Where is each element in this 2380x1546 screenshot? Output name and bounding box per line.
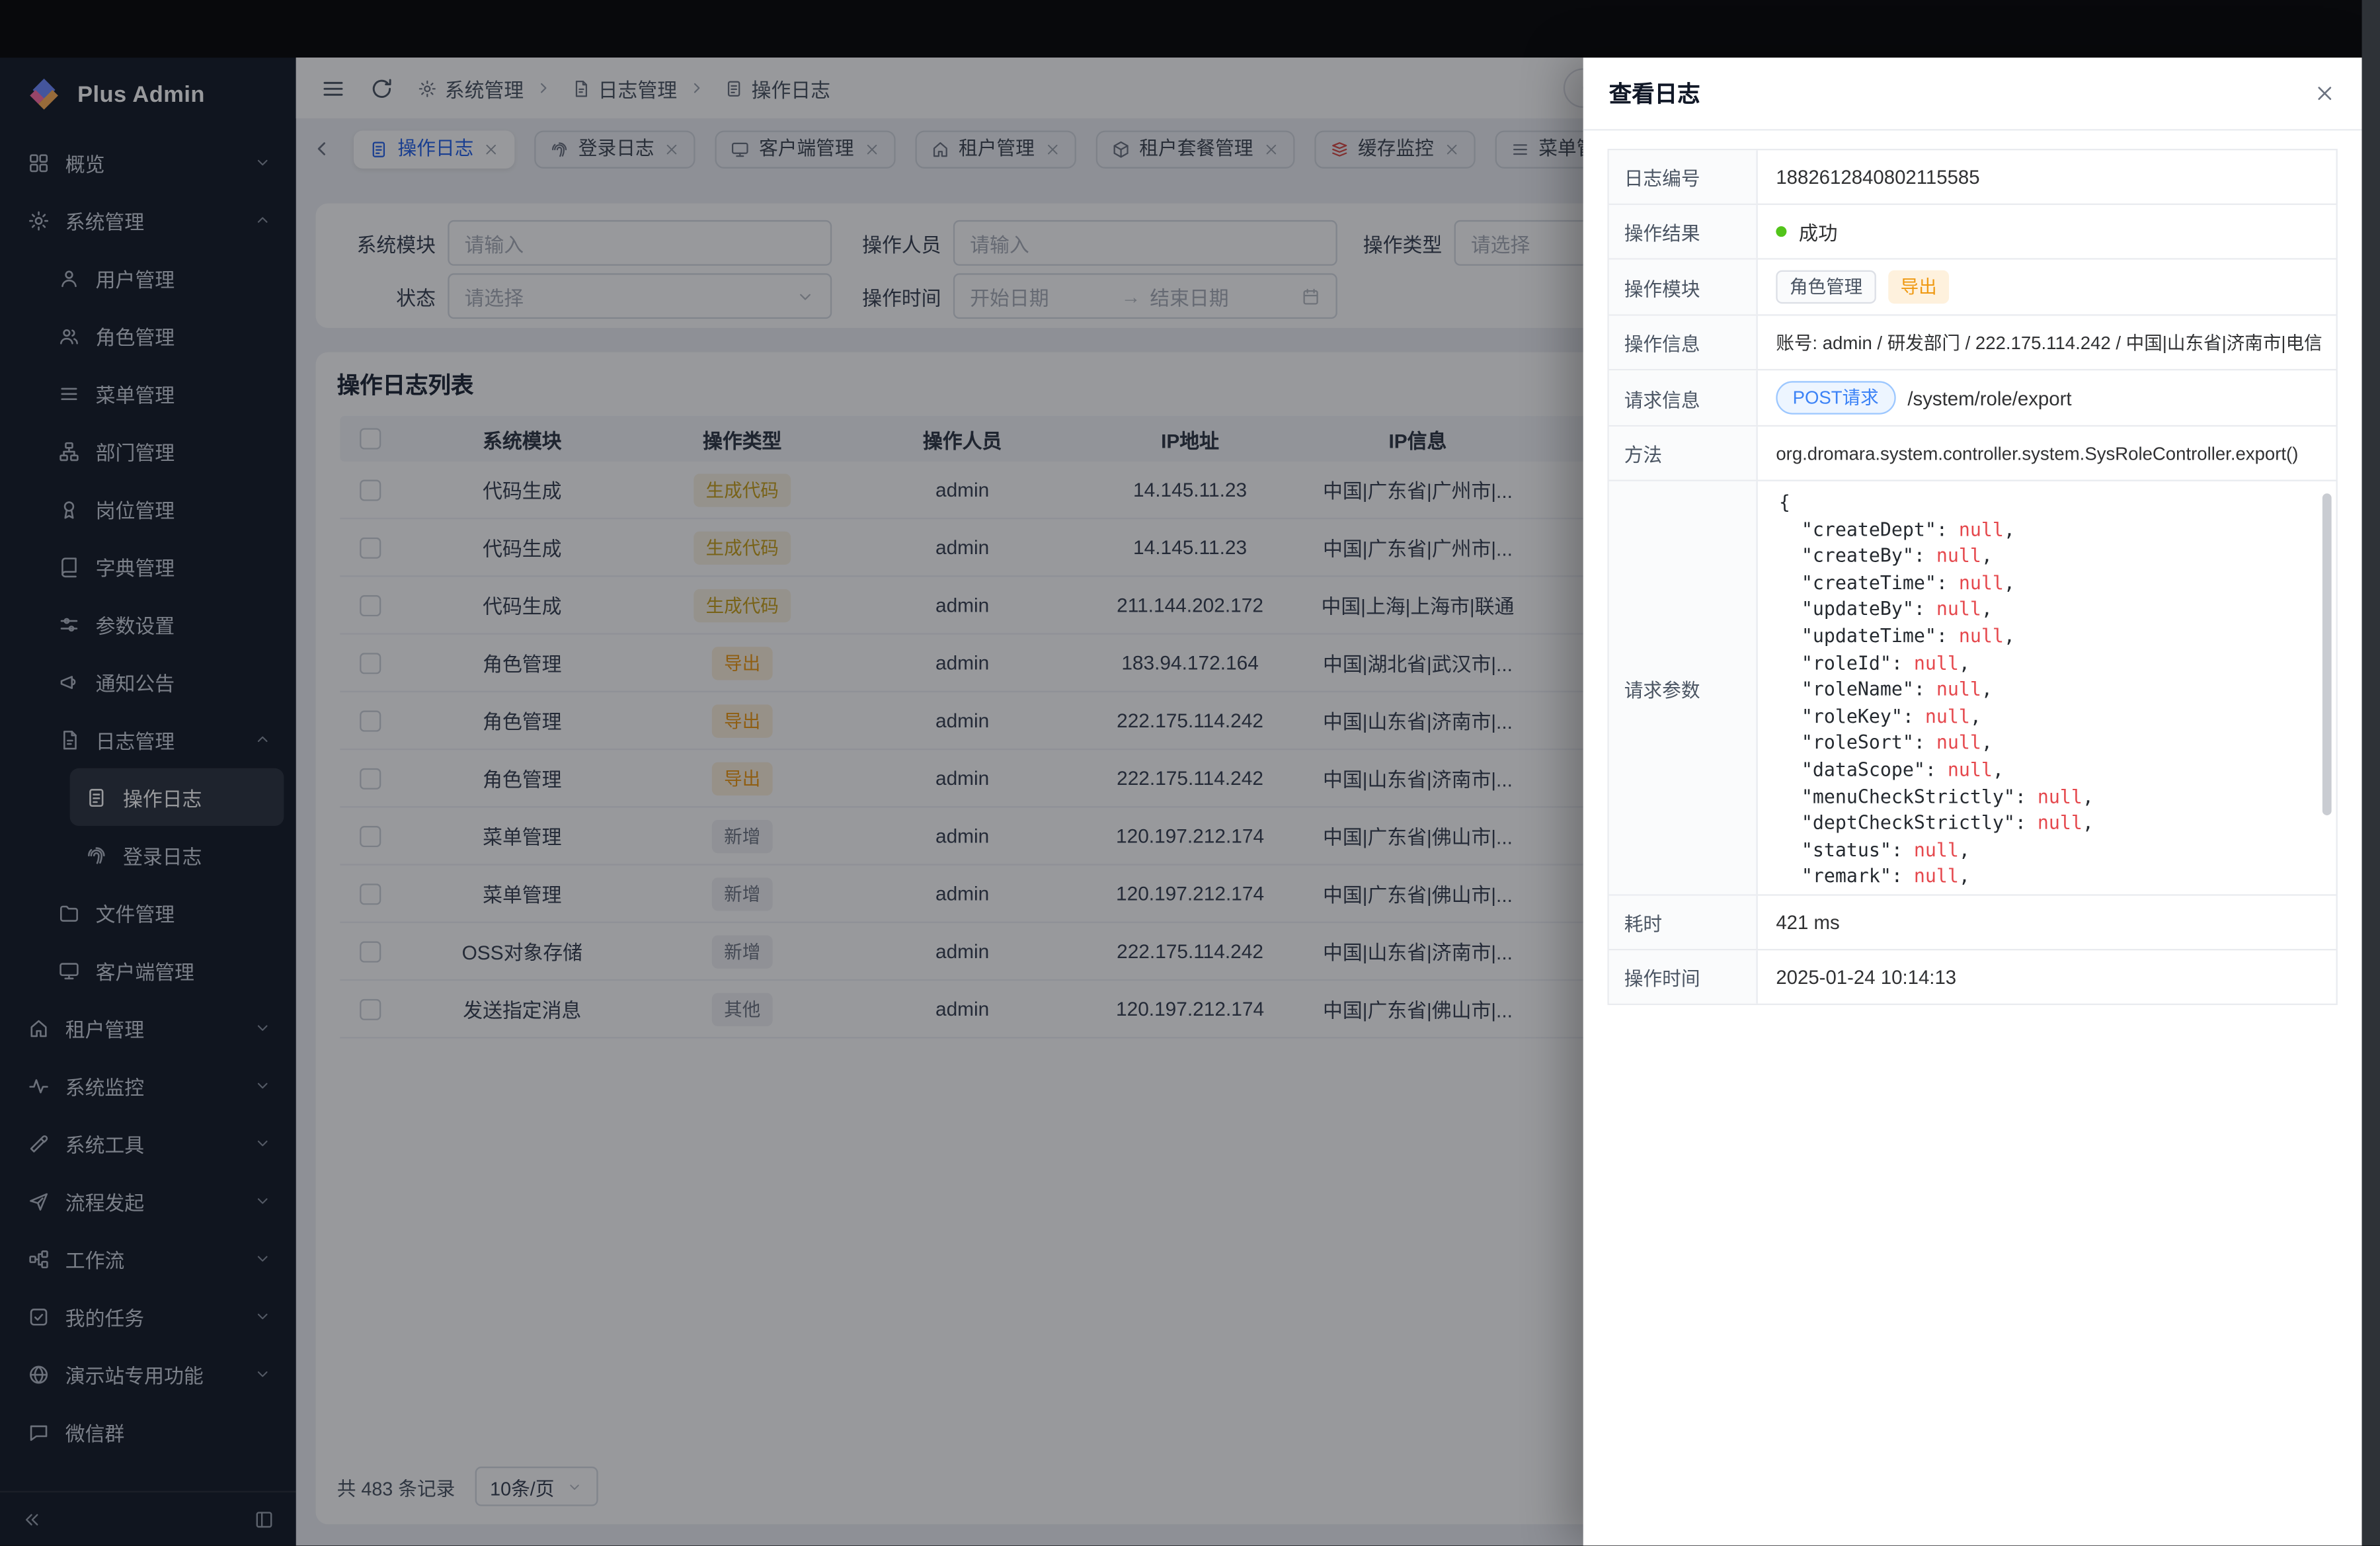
field-label: 耗时 — [1609, 896, 1758, 949]
json-line: "createBy": null, — [1779, 544, 2315, 570]
detail-row-request: 请求信息 POST请求 /system/role/export — [1609, 370, 2336, 427]
json-line: "roleKey": null, — [1779, 704, 2315, 731]
json-line: "roleSort": null, — [1779, 731, 2315, 757]
field-label: 操作信息 — [1609, 316, 1758, 369]
module-tag: 角色管理 — [1776, 270, 1876, 304]
json-line: "deptCheckStrictly": null, — [1779, 811, 2315, 837]
field-label: 方法 — [1609, 427, 1758, 479]
operation-tag: 导出 — [1888, 270, 1949, 304]
json-line: "updateBy": null, — [1779, 597, 2315, 624]
request-params-code: { "createDept": null, "createBy": null, … — [1758, 481, 2336, 895]
json-line: "createDept": null, — [1779, 517, 2315, 544]
field-label: 请求信息 — [1609, 370, 1758, 425]
field-label: 操作模块 — [1609, 260, 1758, 315]
json-line: { — [1779, 491, 2315, 517]
json-line: "updateTime": null, — [1779, 624, 2315, 651]
json-line: "createTime": null, — [1779, 571, 2315, 597]
field-label: 日志编号 — [1609, 150, 1758, 203]
result-value: 成功 — [1799, 217, 1838, 246]
operation-time-value: 2025-01-24 10:14:13 — [1776, 965, 1956, 988]
json-line: "menuCheckStrictly": null, — [1779, 784, 2315, 811]
request-url: /system/role/export — [1907, 386, 2071, 409]
detail-row-log-id: 日志编号 1882612840802115585 — [1609, 150, 2336, 205]
method-value: org.dromara.system.controller.system.Sys… — [1776, 442, 2298, 464]
json-line: "dataScope": null, — [1779, 758, 2315, 784]
detail-row-result: 操作结果 成功 — [1609, 205, 2336, 260]
screen: Plus Admin 概览 系统管理 用户管理 角色管理 — [0, 0, 2380, 1545]
close-icon[interactable] — [2313, 82, 2336, 104]
scrollbar-thumb[interactable] — [2322, 493, 2332, 815]
operation-info-value: 账号: admin / 研发部门 / 222.175.114.242 / 中国|… — [1776, 329, 2322, 355]
view-log-drawer: 查看日志 日志编号 1882612840802115585 操作结果 成功 操作… — [1583, 58, 2362, 1545]
post-request-tag: POST请求 — [1776, 381, 1895, 415]
drawer-title: 查看日志 — [1609, 77, 1700, 109]
detail-row-method: 方法 org.dromara.system.controller.system.… — [1609, 427, 2336, 481]
field-label: 操作结果 — [1609, 205, 1758, 258]
window-right-strip — [2362, 0, 2380, 1545]
success-dot — [1776, 226, 1786, 237]
json-line: "roleId": null, — [1779, 651, 2315, 677]
detail-row-time: 操作时间 2025-01-24 10:14:13 — [1609, 950, 2336, 1003]
detail-row-params: 请求参数 { "createDept": null, "createBy": n… — [1609, 481, 2336, 896]
detail-row-info: 操作信息 账号: admin / 研发部门 / 222.175.114.242 … — [1609, 316, 2336, 371]
json-line: "status": null, — [1779, 838, 2315, 864]
log-id-value: 1882612840802115585 — [1776, 165, 1979, 188]
field-label: 操作时间 — [1609, 950, 1758, 1003]
json-line: "remark": null, — [1779, 864, 2315, 891]
detail-row-duration: 耗时 421 ms — [1609, 896, 2336, 951]
duration-value: 421 ms — [1776, 911, 1839, 934]
log-details-table: 日志编号 1882612840802115585 操作结果 成功 操作模块 角色… — [1607, 149, 2337, 1005]
drawer-body: 日志编号 1882612840802115585 操作结果 成功 操作模块 角色… — [1583, 130, 2362, 1545]
drawer-header: 查看日志 — [1583, 58, 2362, 130]
json-line: "roleName": null, — [1779, 677, 2315, 704]
field-label: 请求参数 — [1609, 481, 1758, 895]
window-top-strip — [0, 0, 2380, 58]
detail-row-module: 操作模块 角色管理 导出 — [1609, 260, 2336, 316]
